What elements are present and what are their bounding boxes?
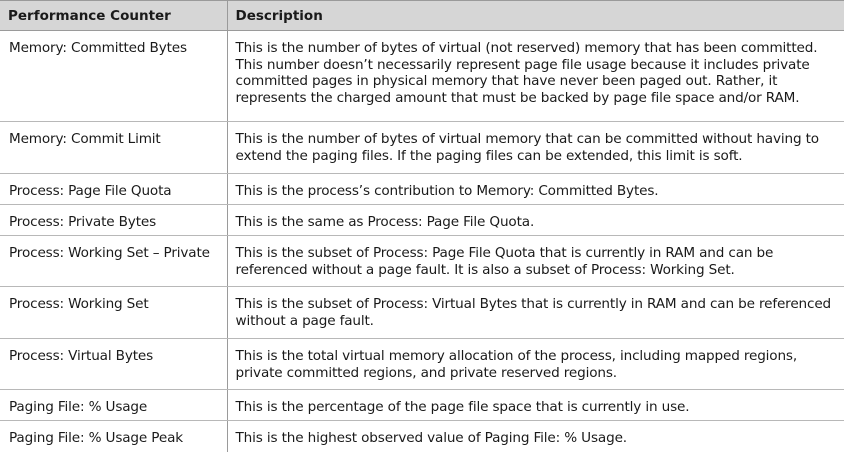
table-row: Process: Page File Quota This is the pro… [0,173,844,205]
counter-name: Memory: Committed Bytes [0,30,227,122]
column-header-description: Description [226,0,844,31]
counter-description: This is the number of bytes of virtual m… [226,121,844,174]
column-header-performance-counter: Performance Counter [0,0,227,31]
counter-name: Memory: Commit Limit [0,121,227,174]
table-row: Process: Virtual Bytes This is the total… [0,338,844,390]
performance-counter-table: Performance Counter Description Memory: … [0,0,844,452]
table-row: Process: Working Set – Private This is t… [0,235,844,287]
table-header-row: Performance Counter Description [0,0,844,31]
counter-description: This is the process’s contribution to Me… [226,173,844,205]
table-row: Process: Working Set This is the subset … [0,286,844,339]
table-row: Paging File: % Usage Peak This is the hi… [0,420,844,452]
counter-description: This is the number of bytes of virtual (… [226,30,844,122]
counter-name: Paging File: % Usage [0,389,227,421]
table-row: Memory: Commit Limit This is the number … [0,121,844,174]
counter-description: This is the percentage of the page file … [226,389,844,421]
counter-name: Process: Working Set [0,286,227,339]
counter-description: This is the total virtual memory allocat… [226,338,844,390]
counter-name: Process: Page File Quota [0,173,227,205]
counter-description: This is the subset of Process: Page File… [226,235,844,287]
counter-description: This is the highest observed value of Pa… [226,420,844,452]
counter-name: Paging File: % Usage Peak [9,430,183,446]
table-row: Memory: Committed Bytes This is the numb… [0,30,844,122]
counter-name: Process: Working Set – Private [0,235,227,287]
counter-description: This is the same as Process: Page File Q… [226,204,844,236]
table-row: Process: Private Bytes This is the same … [0,204,844,236]
counter-description: This is the subset of Process: Virtual B… [226,286,844,339]
counter-name: Process: Virtual Bytes [0,338,227,390]
table-row: Paging File: % Usage This is the percent… [0,389,844,421]
counter-name: Process: Private Bytes [0,204,227,236]
